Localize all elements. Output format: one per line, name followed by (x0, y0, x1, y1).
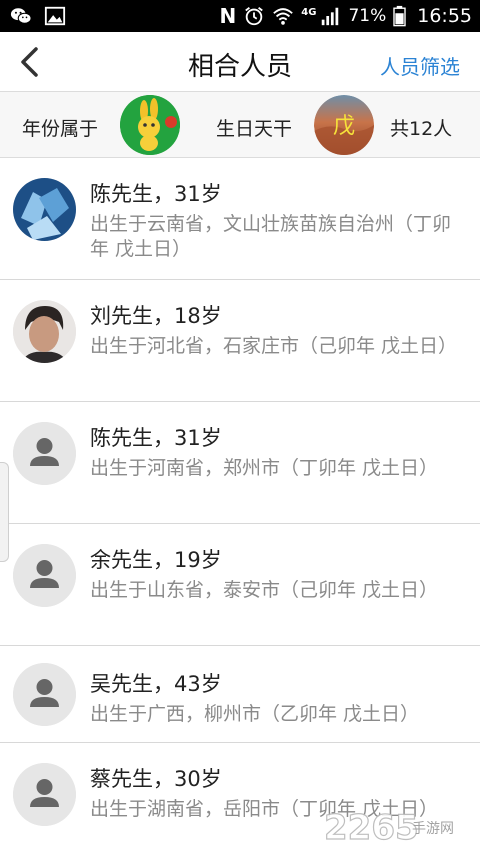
watermark-logo: 2265 手游网 (323, 807, 454, 848)
person-name: 余先生，19岁 (90, 548, 222, 572)
status-left-icons (10, 5, 66, 27)
svg-text:2265: 2265 (324, 808, 419, 848)
default-avatar-icon (13, 663, 76, 726)
person-birth-info: 出生于河南省，郑州市（丁卯年 戊土日） (90, 457, 439, 479)
app-header: 相合人员 人员筛选 (0, 32, 480, 92)
side-drawer-handle[interactable] (0, 462, 9, 562)
wechat-icon (10, 8, 32, 24)
status-right-icons: N 4G 71% 16:55 (220, 4, 472, 28)
person-name: 陈先生，31岁 (90, 426, 222, 450)
list-item[interactable]: 陈先生，31岁 出生于云南省，文山壮族苗族自治州（丁卯年 戊土日） (0, 158, 480, 280)
default-avatar-icon (13, 763, 76, 826)
alarm-icon (245, 7, 264, 26)
person-name: 蔡先生，30岁 (90, 767, 222, 791)
signal-icon (322, 7, 339, 26)
stem-badge-text: 戊 (333, 114, 355, 139)
battery-percent: 71% (348, 6, 387, 26)
default-avatar-icon (13, 544, 76, 607)
list-item[interactable]: 余先生，19岁 出生于山东省，泰安市（己卯年 戊土日） (0, 524, 480, 646)
gallery-icon (44, 6, 66, 26)
list-item[interactable]: 刘先生，18岁 出生于河北省，石家庄市（己卯年 戊土日） (0, 280, 480, 402)
birthday-stem-label: 生日天干 (216, 118, 293, 140)
year-label: 年份属于 (22, 118, 99, 140)
wifi-icon (273, 8, 294, 25)
person-name: 吴先生，43岁 (90, 672, 222, 696)
avatar (13, 300, 76, 363)
list-item[interactable]: 吴先生，43岁 出生于广西，柳州市（乙卯年 戊土日） (0, 646, 480, 743)
people-count: 共12人 (390, 118, 453, 140)
person-birth-info: 出生于河北省，石家庄市（己卯年 戊土日） (90, 335, 458, 357)
svg-text:手游网: 手游网 (412, 821, 454, 837)
stem-badge-icon: 戊 (314, 95, 374, 155)
filter-summary-bar: 年份属于 生日天干 戊 共12人 (0, 92, 480, 158)
people-filter-button[interactable]: 人员筛选 (380, 51, 460, 80)
network-type: 4G (301, 6, 317, 18)
person-name: 陈先生，31岁 (90, 182, 222, 206)
person-birth-info: 出生于广西，柳州市（乙卯年 戊土日） (90, 703, 420, 725)
default-avatar-icon (13, 422, 76, 485)
list-item[interactable]: 陈先生，31岁 出生于河南省，郑州市（丁卯年 戊土日） (0, 402, 480, 524)
avatar (13, 178, 76, 241)
clock: 16:55 (417, 5, 472, 27)
status-bar: N 4G 71% 16:55 (0, 0, 480, 32)
rabbit-zodiac-icon (120, 95, 180, 155)
battery-icon (393, 5, 406, 27)
person-birth-info: 出生于山东省，泰安市（己卯年 戊土日） (90, 579, 439, 601)
person-name: 刘先生，18岁 (90, 304, 222, 328)
nfc-icon: N (219, 4, 237, 28)
people-list: 陈先生，31岁 出生于云南省，文山壮族苗族自治州（丁卯年 戊土日） 刘先生，18… (0, 158, 480, 853)
person-birth-info: 出生于云南省，文山壮族苗族自治州（丁卯年 戊土日） (90, 213, 452, 260)
